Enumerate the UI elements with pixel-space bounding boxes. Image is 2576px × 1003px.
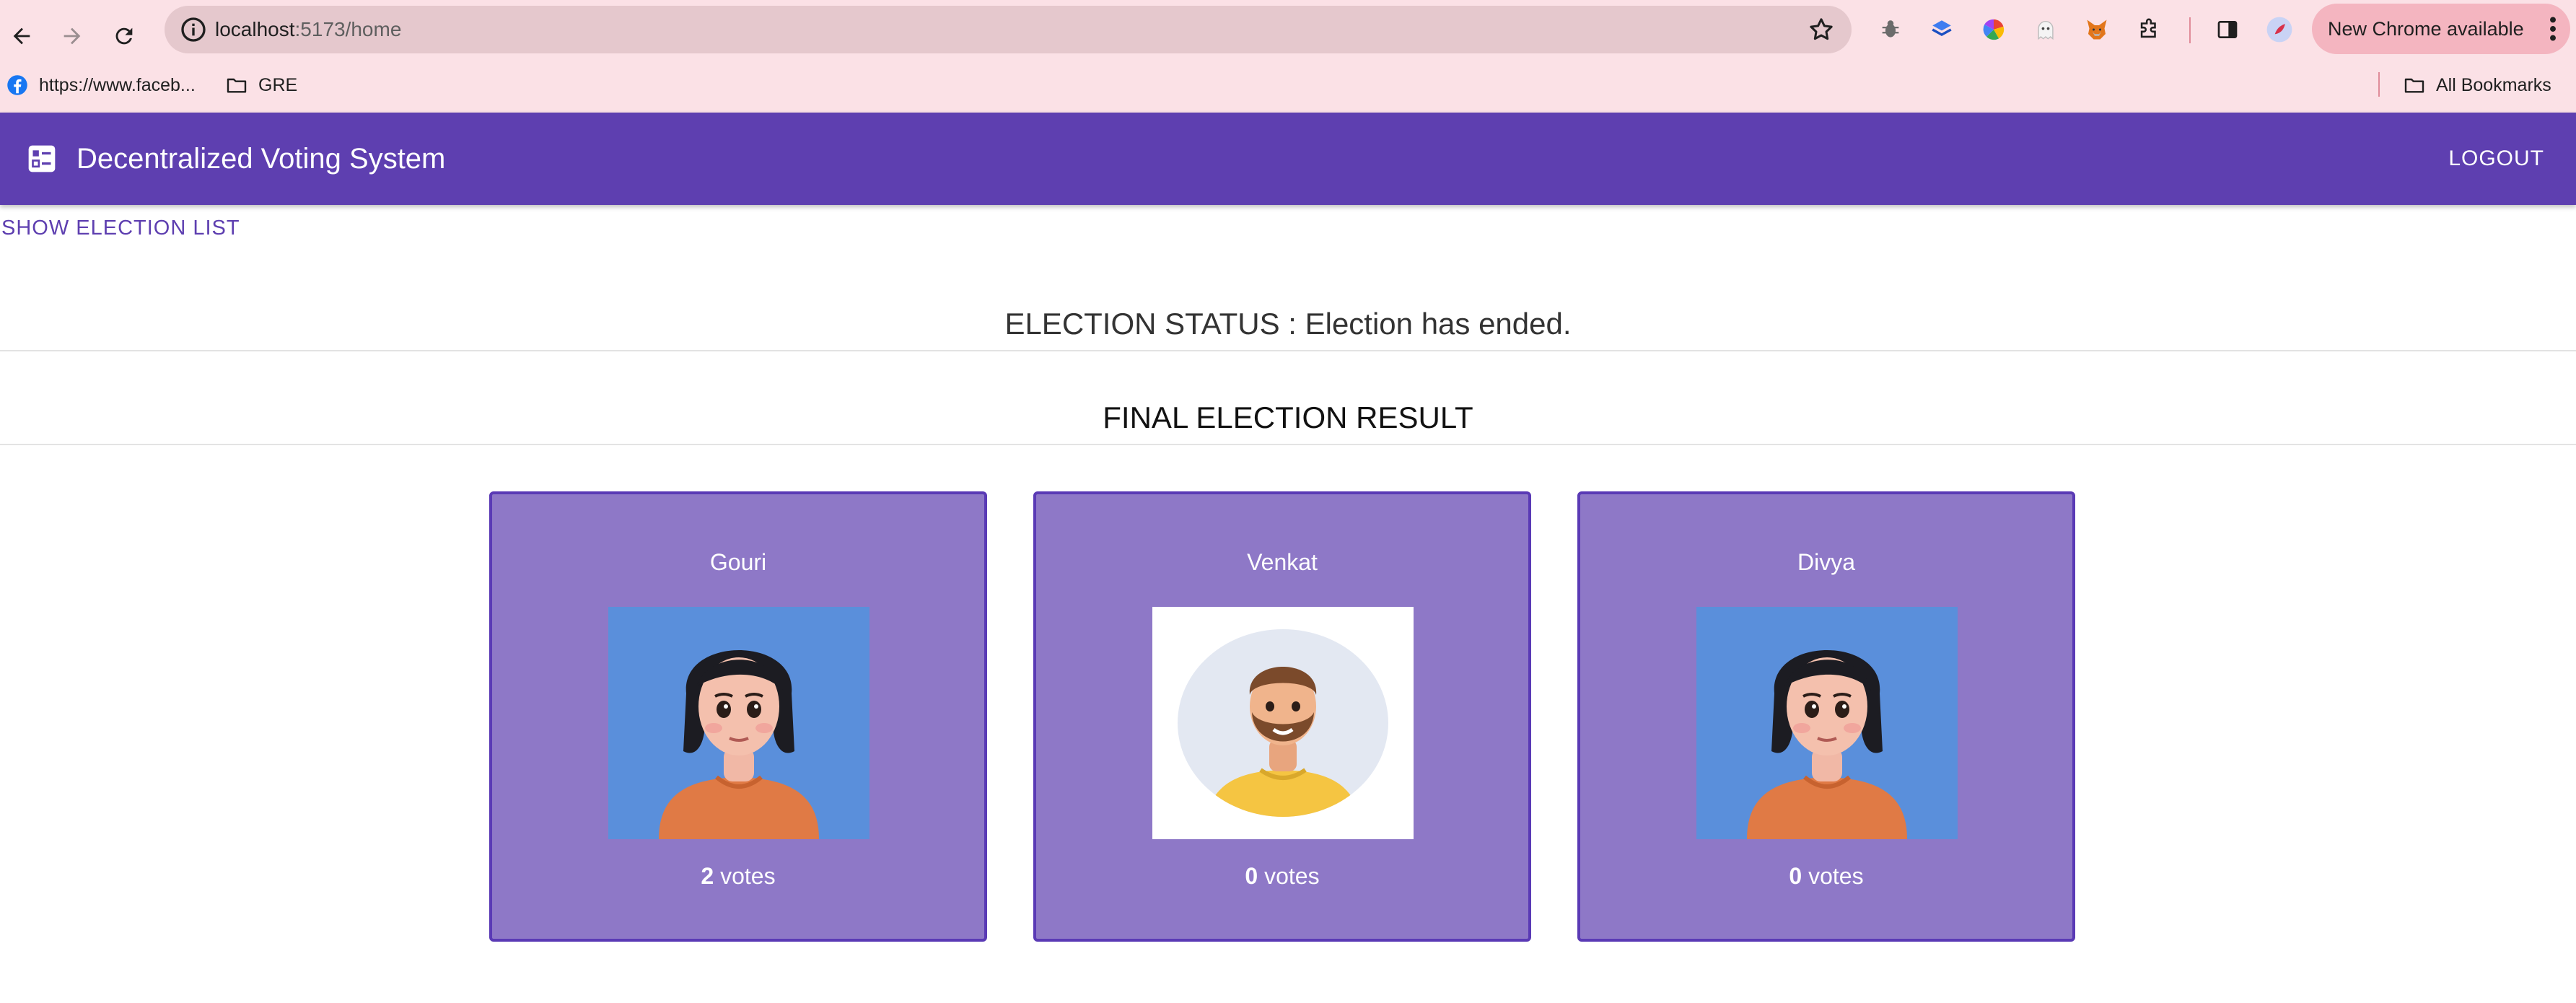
male-avatar-icon xyxy=(1152,607,1414,839)
divider xyxy=(0,444,2576,445)
forward-button[interactable] xyxy=(51,14,94,58)
vote-count: 0 votes xyxy=(1036,863,1528,890)
female-avatar-icon xyxy=(1696,607,1958,839)
reload-icon xyxy=(115,27,133,45)
election-status-text: ELECTION STATUS : Election has ended. xyxy=(1004,307,1572,341)
stack-extension-icon[interactable] xyxy=(1927,14,1957,45)
all-bookmarks-label: All Bookmarks xyxy=(2436,74,2551,95)
candidate-card: Divya 0 votes xyxy=(1577,491,2075,942)
address-bar[interactable]: localhost:5173/home xyxy=(165,6,1852,53)
bookmark-folder-gre-label: GRE xyxy=(258,74,298,95)
bookmark-facebook[interactable]: https://www.faceb... xyxy=(6,69,196,101)
back-button[interactable] xyxy=(0,14,43,58)
profile-avatar-icon[interactable] xyxy=(2264,14,2295,45)
final-result-heading: FINAL ELECTION RESULT xyxy=(1103,400,1473,434)
folder-icon xyxy=(225,74,248,97)
all-bookmarks-button[interactable]: All Bookmarks xyxy=(2403,69,2551,101)
votes-word: votes xyxy=(1808,863,1864,889)
site-info-icon[interactable] xyxy=(179,15,208,44)
app-title: Decentralized Voting System xyxy=(76,143,446,175)
vote-number: 0 xyxy=(1245,863,1258,889)
ghost-extension-icon[interactable] xyxy=(2030,14,2061,45)
url-path: :5173/home xyxy=(294,18,402,40)
url-text[interactable]: localhost:5173/home xyxy=(215,6,401,53)
browser-chrome: localhost:5173/home New Chrome available… xyxy=(0,0,2576,113)
metamask-fox-icon[interactable] xyxy=(2082,14,2112,45)
reload-button[interactable] xyxy=(102,14,146,58)
vote-number: 0 xyxy=(1789,863,1802,889)
back-arrow-icon xyxy=(13,27,30,45)
ballot-list-icon xyxy=(28,145,56,172)
color-wheel-extension-icon[interactable] xyxy=(1979,14,2009,45)
app-bar: Decentralized Voting System LOGOUT xyxy=(0,113,2576,205)
bookmark-star-icon[interactable] xyxy=(1807,15,1836,44)
update-label: New Chrome available xyxy=(2328,18,2524,40)
candidate-name: Divya xyxy=(1797,549,1855,575)
divider xyxy=(0,350,2576,351)
bookmarks-separator xyxy=(2378,72,2380,97)
vote-number: 2 xyxy=(701,863,714,889)
bug-extension-icon[interactable] xyxy=(1875,14,1906,45)
forward-arrow-icon xyxy=(63,27,81,45)
bookmark-facebook-label: https://www.faceb... xyxy=(39,74,196,95)
show-election-list-button[interactable]: SHOW ELECTION LIST xyxy=(1,216,240,240)
url-host: localhost xyxy=(215,18,295,40)
female-avatar-icon xyxy=(608,607,869,839)
candidate-name: Venkat xyxy=(1247,549,1318,575)
logout-button[interactable]: LOGOUT xyxy=(2448,113,2544,205)
more-menu-icon[interactable] xyxy=(2546,16,2560,42)
candidate-card: Gouri 2 votes xyxy=(489,491,987,942)
facebook-icon xyxy=(6,74,29,97)
extensions-puzzle-icon[interactable] xyxy=(2134,14,2164,45)
candidate-card: Venkat 0 votes xyxy=(1033,491,1531,942)
votes-word: votes xyxy=(720,863,776,889)
folder-icon xyxy=(2403,74,2426,97)
votes-word: votes xyxy=(1264,863,1320,889)
candidate-name: Gouri xyxy=(709,549,767,575)
side-panel-icon[interactable] xyxy=(2212,14,2243,45)
new-chrome-available-button[interactable]: New Chrome available xyxy=(2312,4,2570,54)
vote-count: 0 votes xyxy=(1580,863,2072,890)
bookmark-folder-gre[interactable]: GRE xyxy=(225,69,297,101)
vote-count: 2 votes xyxy=(492,863,984,890)
toolbar-separator xyxy=(2189,17,2191,43)
